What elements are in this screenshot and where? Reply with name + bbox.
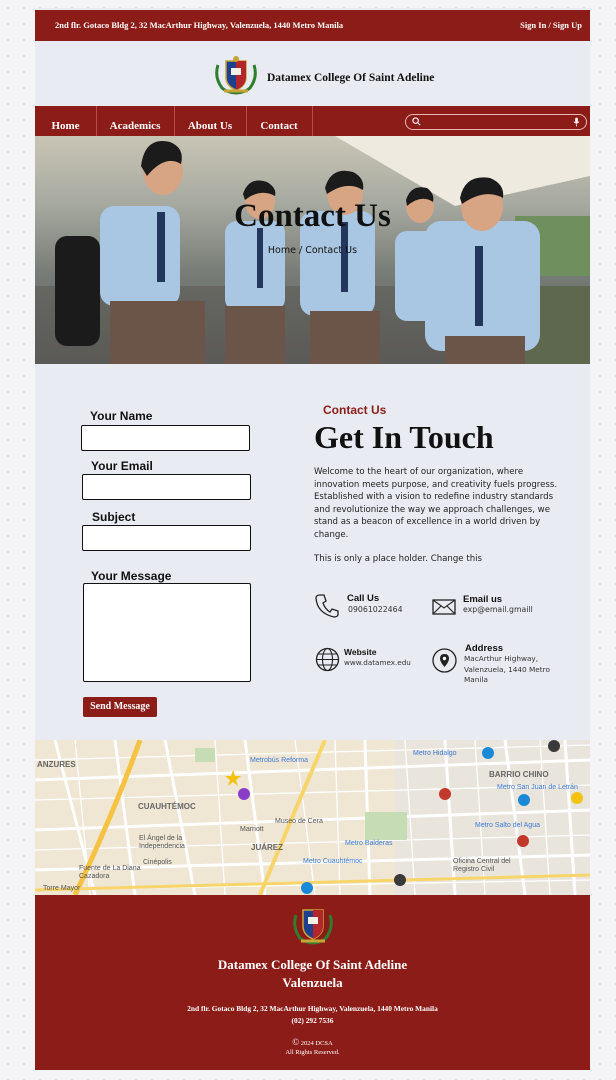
college-name: Datamex College Of Saint Adeline bbox=[267, 72, 435, 84]
name-input[interactable] bbox=[81, 425, 250, 451]
sign-in-link[interactable]: Sign In / Sign Up bbox=[520, 20, 582, 30]
copyright-year: 2024 DCSA bbox=[300, 1040, 333, 1047]
subject-label: Subject bbox=[92, 510, 136, 524]
search-input[interactable] bbox=[405, 114, 587, 130]
location-map[interactable]: ANZURES CUAUHTÉMOC BARRIO CHINO JUÁREZ E… bbox=[35, 740, 590, 895]
send-message-button[interactable]: Send Message bbox=[83, 697, 157, 717]
page: 2nd flr. Gotaco Bldg 2, 32 MacArthur Hig… bbox=[35, 8, 590, 1070]
microphone-icon[interactable] bbox=[573, 117, 580, 127]
map-label-metro-salto: Metro Salto del Agua bbox=[475, 822, 540, 829]
location-pin-icon bbox=[432, 648, 457, 673]
map-label-juarez: JUÁREZ bbox=[251, 843, 284, 852]
map-label-metro-reforma: Metrobús Reforma bbox=[250, 757, 308, 764]
email-us-title: Email us bbox=[463, 594, 503, 605]
address-text: MacArthur Highway, Valenzuela, 1440 Metr… bbox=[464, 654, 550, 684]
map-label-barrio-chino: BARRIO CHINO bbox=[489, 770, 549, 779]
map-label-oficina: Oficina Central del Registro Civil bbox=[453, 858, 511, 873]
nav-home[interactable]: Home bbox=[35, 106, 97, 136]
map-label-fuente: Fuente de La Diana Cazadora bbox=[79, 865, 141, 880]
breadcrumb[interactable]: Home / Contact Us bbox=[35, 245, 590, 256]
email-label: Your Email bbox=[91, 459, 153, 473]
email-input[interactable] bbox=[82, 474, 251, 500]
call-us-title: Call Us bbox=[347, 593, 380, 604]
phone-icon bbox=[315, 594, 339, 618]
envelope-icon bbox=[432, 599, 456, 615]
footer-name-line1: Datamex College Of Saint Adeline bbox=[217, 957, 408, 972]
website-url[interactable]: www.datamex.edu bbox=[344, 658, 411, 669]
footer-crest-logo bbox=[293, 909, 333, 945]
name-label: Your Name bbox=[90, 409, 153, 423]
top-bar: 2nd flr. Gotaco Bldg 2, 32 MacArthur Hig… bbox=[35, 10, 590, 41]
map-label-marriott: Marriott bbox=[240, 826, 264, 833]
placeholder-note: This is only a place holder. Change this bbox=[314, 554, 483, 564]
map-label-torre: Torre Mayor bbox=[43, 885, 81, 892]
copyright-icon: © bbox=[292, 1037, 300, 1047]
hero-banner: Contact Us Home / Contact Us bbox=[35, 136, 590, 364]
footer-college-name: Datamex College Of Saint Adeline Valenzu… bbox=[35, 956, 590, 992]
map-label-anzures: ANZURES bbox=[37, 760, 76, 769]
top-address: 2nd flr. Gotaco Bldg 2, 32 MacArthur Hig… bbox=[55, 20, 344, 30]
main-nav: Home Academics About Us Contact bbox=[35, 106, 590, 136]
get-in-touch-heading: Get In Touch bbox=[314, 419, 494, 455]
email-address[interactable]: exp@email.gmaill bbox=[463, 605, 533, 616]
nav-academics[interactable]: Academics bbox=[96, 106, 175, 136]
nav-contact[interactable]: Contact bbox=[246, 106, 313, 136]
globe-icon bbox=[315, 647, 340, 672]
message-label: Your Message bbox=[91, 569, 172, 583]
website-title: Website bbox=[344, 647, 377, 657]
phone-number[interactable]: 09061022464 bbox=[348, 605, 403, 616]
address-title: Address bbox=[465, 643, 504, 654]
map-label-metro-cuauhtemoc: Metro Cuauhtémoc bbox=[303, 858, 363, 865]
map-label-metro-sanjuan: Metro San Juan de Letrán bbox=[497, 784, 578, 791]
brand-header: Datamex College Of Saint Adeline bbox=[35, 42, 590, 106]
footer-phone: (02) 292 7536 bbox=[291, 1016, 334, 1025]
map-label-museo: Museo de Cera bbox=[275, 818, 323, 825]
site-footer: Datamex College Of Saint Adeline Valenzu… bbox=[35, 895, 590, 1070]
rights-reserved: All Rights Reserved. bbox=[285, 1049, 340, 1056]
college-crest-logo[interactable] bbox=[212, 55, 260, 95]
contact-kicker: Contact Us bbox=[323, 403, 387, 417]
footer-contact: 2nd flr. Gotaco Bldg 2, 32 MacArthur Hig… bbox=[35, 1003, 590, 1027]
intro-paragraph: Welcome to the heart of our organization… bbox=[314, 467, 558, 540]
subject-input[interactable] bbox=[82, 525, 251, 551]
footer-address: 2nd flr. Gotaco Bldg 2, 32 MacArthur Hig… bbox=[187, 1004, 438, 1013]
map-label-angel: El Ángel de la Independencia bbox=[139, 835, 185, 850]
search-icon bbox=[412, 117, 421, 126]
footer-copyright: © 2024 DCSA All Rights Reserved. bbox=[35, 1038, 590, 1057]
page-title: Contact Us bbox=[234, 198, 391, 234]
map-label-metro-balderas: Metro Balderas bbox=[345, 840, 393, 847]
map-label-cuauhtemoc: CUAUHTÉMOC bbox=[138, 802, 196, 811]
footer-name-line2: Valenzuela bbox=[282, 975, 343, 990]
nav-about-us[interactable]: About Us bbox=[174, 106, 247, 136]
map-label-metro-hidalgo: Metro Hidalgo bbox=[413, 750, 457, 757]
message-textarea[interactable] bbox=[83, 583, 251, 682]
